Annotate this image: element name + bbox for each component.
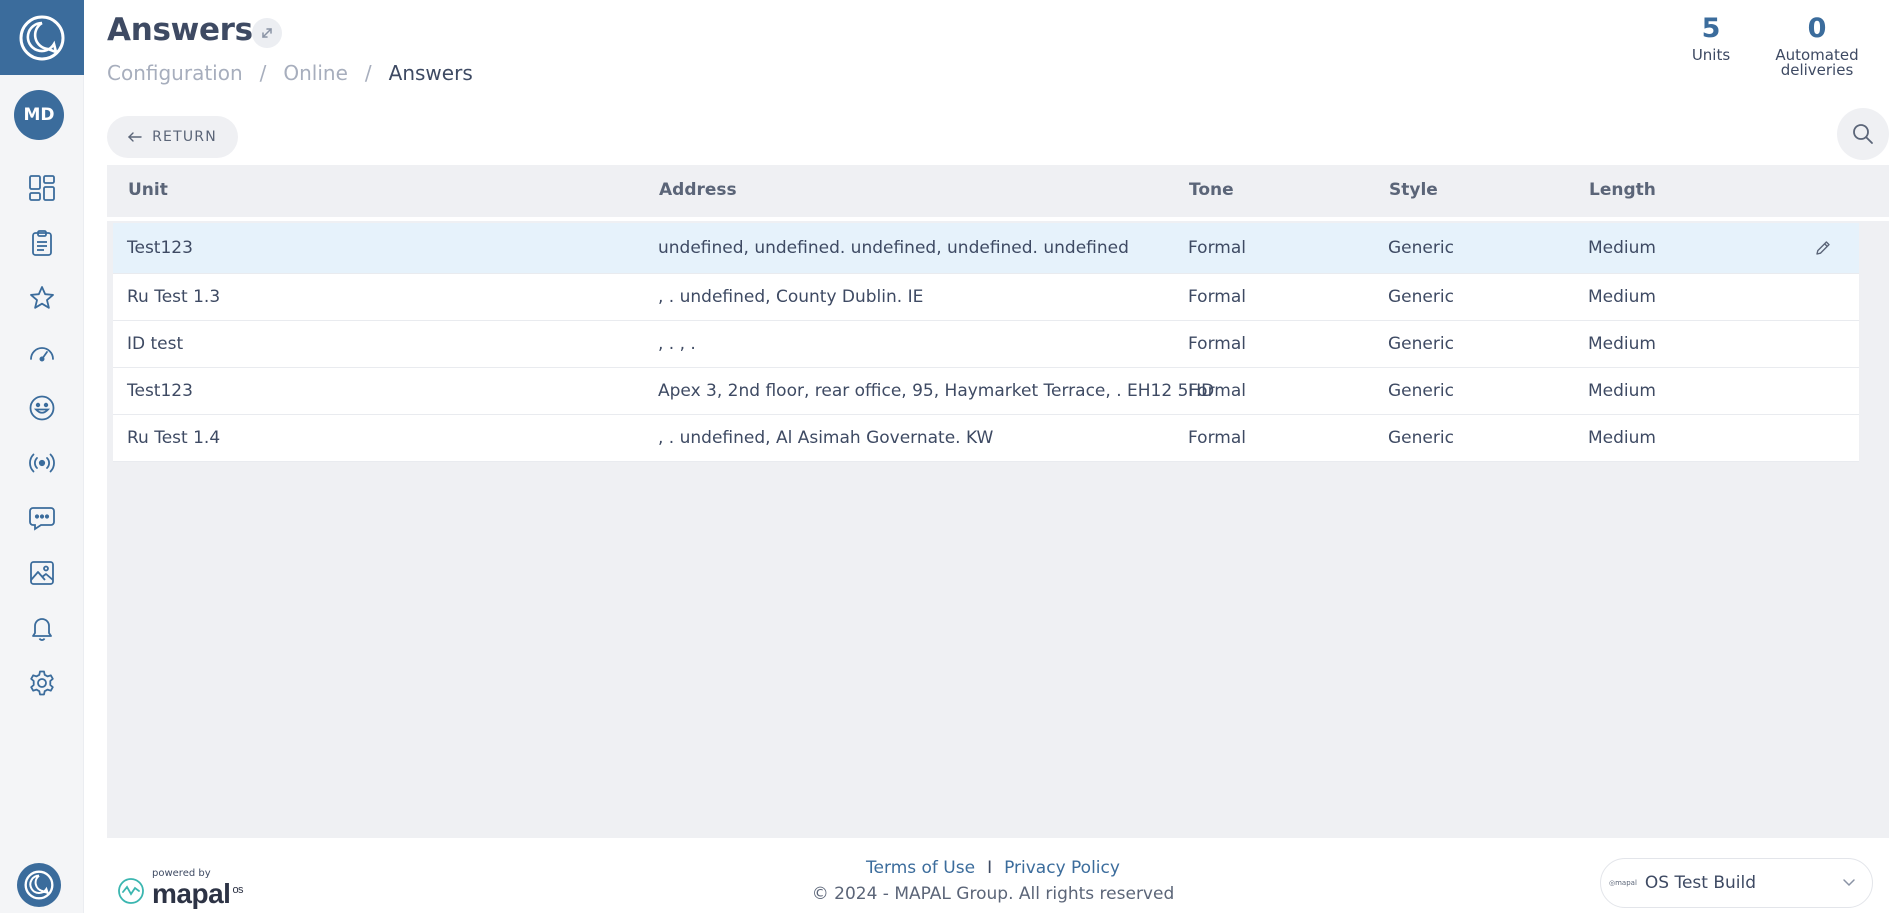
cell-style: Generic — [1388, 238, 1454, 258]
nav-messages[interactable] — [0, 490, 84, 545]
automated-deliveries-label-2: deliveries — [1780, 61, 1854, 79]
dashboard-icon — [29, 174, 55, 201]
nav-media[interactable] — [0, 545, 84, 600]
cell-unit: Test123 — [127, 381, 193, 401]
broadcast-icon — [29, 453, 55, 472]
breadcrumb-configuration[interactable]: Configuration — [107, 61, 243, 85]
breadcrumb: Configuration / Online / Answers — [107, 61, 473, 85]
cell-unit: ID test — [127, 334, 184, 354]
footer-separator: I — [987, 858, 993, 878]
automated-deliveries-count: 0 — [1807, 13, 1827, 44]
clipboard-icon — [32, 229, 52, 256]
breadcrumb-separator: / — [364, 61, 372, 85]
cell-length: Medium — [1588, 428, 1656, 448]
app-logo[interactable] — [0, 0, 84, 75]
expand-icon — [262, 28, 272, 38]
cell-tone: Formal — [1188, 334, 1246, 354]
breadcrumb-current: Answers — [388, 61, 473, 85]
table-header: Unit Address Tone Style Length — [107, 165, 1889, 221]
cell-style: Generic — [1388, 381, 1454, 401]
return-button[interactable]: RETURN — [107, 116, 238, 158]
sidebar-nav — [0, 160, 84, 710]
build-selector[interactable]: ◎mapal OS Test Build — [1600, 858, 1873, 908]
cell-address: undefined, undefined. undefined, undefin… — [658, 238, 1129, 258]
nav-settings[interactable] — [0, 655, 84, 710]
table-row[interactable]: Ru Test 1.4 , . undefined, Al Asimah Gov… — [113, 415, 1859, 462]
breadcrumb-online[interactable]: Online — [283, 61, 348, 85]
cell-tone: Formal — [1188, 238, 1246, 258]
edit-icon[interactable] — [1813, 238, 1833, 258]
smiley-icon — [29, 395, 55, 420]
header-divider — [107, 217, 1889, 221]
mapal-logo-icon — [19, 15, 65, 60]
build-logo-text: mapal — [1615, 879, 1637, 887]
build-value: OS Test Build — [1644, 873, 1757, 893]
answers-table: Unit Address Tone Style Length Test123 u… — [107, 165, 1889, 838]
units-stat: 5 Units — [1676, 14, 1746, 63]
terms-link[interactable]: Terms of Use — [866, 858, 975, 878]
column-header-address[interactable]: Address — [659, 180, 737, 200]
cell-unit: Ru Test 1.4 — [127, 428, 221, 448]
nav-online[interactable] — [0, 435, 84, 490]
cell-tone: Formal — [1188, 381, 1246, 401]
cell-length: Medium — [1588, 238, 1656, 258]
speedometer-icon — [30, 346, 54, 361]
cell-address: , . undefined, Al Asimah Governate. KW — [658, 428, 994, 448]
column-header-style[interactable]: Style — [1389, 180, 1438, 200]
search-button[interactable] — [1837, 108, 1889, 160]
breadcrumb-separator: / — [259, 61, 267, 85]
search-icon — [1853, 124, 1873, 144]
chevron-down-icon — [1843, 879, 1855, 887]
table-row[interactable]: ID test , . , . Formal Generic Medium — [113, 321, 1859, 368]
bell-icon — [32, 617, 52, 641]
cell-length: Medium — [1588, 381, 1656, 401]
nav-performance[interactable] — [0, 325, 84, 380]
nav-favorites[interactable] — [0, 270, 84, 325]
cell-unit: Ru Test 1.3 — [127, 287, 221, 307]
star-icon — [30, 285, 54, 309]
privacy-link[interactable]: Privacy Policy — [1004, 858, 1120, 878]
nav-tasks[interactable] — [0, 215, 84, 270]
page-header: Answers — [107, 12, 282, 48]
cell-style: Generic — [1388, 287, 1454, 307]
cell-address: , . undefined, County Dublin. IE — [658, 287, 924, 307]
image-icon — [30, 560, 54, 585]
table-row[interactable]: Test123 Apex 3, 2nd floor, rear office, … — [113, 368, 1859, 415]
gear-icon — [30, 670, 54, 695]
nav-feedback[interactable] — [0, 380, 84, 435]
cell-tone: Formal — [1188, 287, 1246, 307]
page-title: Answers — [107, 12, 253, 48]
units-count: 5 — [1701, 13, 1721, 44]
chat-icon — [29, 506, 55, 531]
cell-length: Medium — [1588, 287, 1656, 307]
cell-tone: Formal — [1188, 428, 1246, 448]
automated-deliveries-stat: 0 Automated deliveries — [1762, 14, 1872, 78]
arrow-left-icon — [128, 132, 142, 142]
units-label: Units — [1691, 46, 1731, 64]
cell-style: Generic — [1388, 428, 1454, 448]
cell-unit: Test123 — [127, 238, 193, 258]
return-label: RETURN — [152, 129, 217, 145]
nav-notifications[interactable] — [0, 600, 84, 655]
user-avatar[interactable]: MD — [14, 90, 64, 140]
expand-button[interactable] — [252, 18, 282, 48]
cell-style: Generic — [1388, 334, 1454, 354]
cell-length: Medium — [1588, 334, 1656, 354]
build-logo: ◎mapal — [1609, 879, 1637, 887]
cell-address: Apex 3, 2nd floor, rear office, 95, Haym… — [658, 381, 1215, 401]
column-header-length[interactable]: Length — [1589, 180, 1656, 200]
column-header-tone[interactable]: Tone — [1189, 180, 1234, 200]
table-row[interactable]: Test123 undefined, undefined. undefined,… — [113, 223, 1859, 274]
table-row[interactable]: Ru Test 1.3 , . undefined, County Dublin… — [113, 274, 1859, 321]
sidebar: MD — [0, 0, 84, 913]
nav-dashboard[interactable] — [0, 160, 84, 215]
column-header-unit[interactable]: Unit — [128, 180, 168, 200]
cell-address: , . , . — [658, 334, 696, 354]
table-body: Test123 undefined, undefined. undefined,… — [113, 223, 1859, 462]
